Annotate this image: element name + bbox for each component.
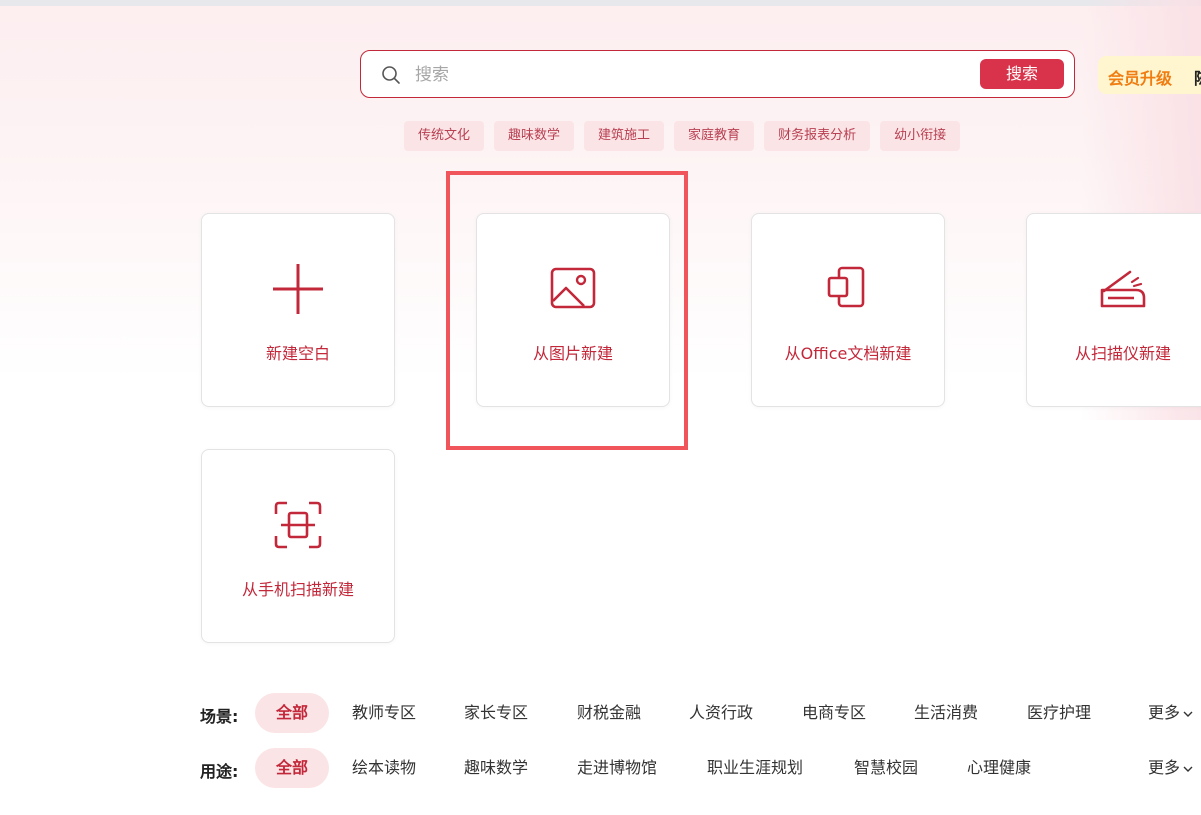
chevron-down-icon: [1183, 766, 1193, 772]
search-button[interactable]: 搜索: [980, 59, 1064, 89]
card-label: 从扫描仪新建: [1074, 344, 1171, 363]
filter-title: 用途:: [200, 762, 239, 781]
usage-filter-item[interactable]: 智慧校园: [854, 748, 918, 788]
scene-filter: 场景: 全部 教师专区 家长专区 财税金融 人资行政 电商专区 生活消费 医疗护…: [200, 693, 1201, 733]
scene-filter-item[interactable]: 人资行政: [689, 693, 753, 733]
page: 搜索 会员升级 陈 传统文化 趣味数学 建筑施工 家庭教育 财务报表分析 幼小衔…: [0, 0, 1201, 815]
vip-extra-text: 陈: [1194, 65, 1201, 89]
phone-scan-icon: [274, 501, 322, 549]
hot-tags: 传统文化 趣味数学 建筑施工 家庭教育 财务报表分析 幼小衔接: [404, 121, 961, 151]
office-doc-icon: [827, 266, 865, 308]
card-label: 新建空白: [265, 344, 330, 363]
scene-more-button[interactable]: 更多: [1148, 693, 1193, 733]
plus-icon: [273, 264, 323, 314]
scene-filter-item[interactable]: 医疗护理: [1027, 693, 1091, 733]
hot-tag[interactable]: 建筑施工: [584, 121, 665, 151]
vip-upgrade-label: 会员升级: [1108, 69, 1173, 88]
hot-tag[interactable]: 趣味数学: [494, 121, 575, 151]
scene-filter-item[interactable]: 财税金融: [577, 693, 641, 733]
hot-tag[interactable]: 家庭教育: [674, 121, 755, 151]
usage-filter-item[interactable]: 走进博物馆: [577, 748, 657, 788]
new-from-phone-scan-card[interactable]: 从手机扫描新建: [201, 449, 395, 643]
scanner-icon: [1100, 270, 1146, 308]
card-label: 从手机扫描新建: [241, 580, 354, 599]
usage-filter: 用途: 全部 绘本读物 趣味数学 走进博物馆 职业生涯规划 智慧校园 心理健康 …: [200, 748, 1201, 788]
hot-tag[interactable]: 幼小衔接: [880, 121, 961, 151]
scene-filter-item[interactable]: 全部: [255, 693, 329, 733]
search-input[interactable]: [413, 59, 977, 91]
chevron-down-icon: [1183, 711, 1193, 717]
filter-title: 场景:: [200, 707, 239, 726]
usage-filter-item[interactable]: 职业生涯规划: [707, 748, 803, 788]
usage-more-button[interactable]: 更多: [1148, 748, 1193, 788]
new-blank-card[interactable]: 新建空白: [201, 213, 395, 407]
scene-filter-item[interactable]: 生活消费: [914, 693, 978, 733]
usage-filter-item[interactable]: 全部: [255, 748, 329, 788]
top-bar: [0, 0, 1201, 6]
hot-tag[interactable]: 财务报表分析: [764, 121, 871, 151]
scene-filter-item[interactable]: 教师专区: [352, 693, 416, 733]
vip-upgrade-button[interactable]: 会员升级 陈: [1098, 56, 1201, 94]
usage-filter-item[interactable]: 绘本读物: [352, 748, 416, 788]
more-label: 更多: [1148, 703, 1181, 722]
highlight-box: [446, 171, 688, 450]
more-label: 更多: [1148, 758, 1181, 777]
new-from-office-card[interactable]: 从Office文档新建: [751, 213, 945, 407]
scene-filter-item[interactable]: 家长专区: [464, 693, 528, 733]
hot-tag[interactable]: 传统文化: [404, 121, 485, 151]
card-label: 从Office文档新建: [784, 344, 912, 363]
usage-filter-item[interactable]: 心理健康: [967, 748, 1031, 788]
scene-filter-item[interactable]: 电商专区: [802, 693, 866, 733]
search-icon: [382, 66, 400, 84]
usage-filter-item[interactable]: 趣味数学: [464, 748, 528, 788]
search-bar[interactable]: 搜索: [360, 50, 1075, 98]
new-from-scanner-card[interactable]: 从扫描仪新建: [1026, 213, 1201, 407]
